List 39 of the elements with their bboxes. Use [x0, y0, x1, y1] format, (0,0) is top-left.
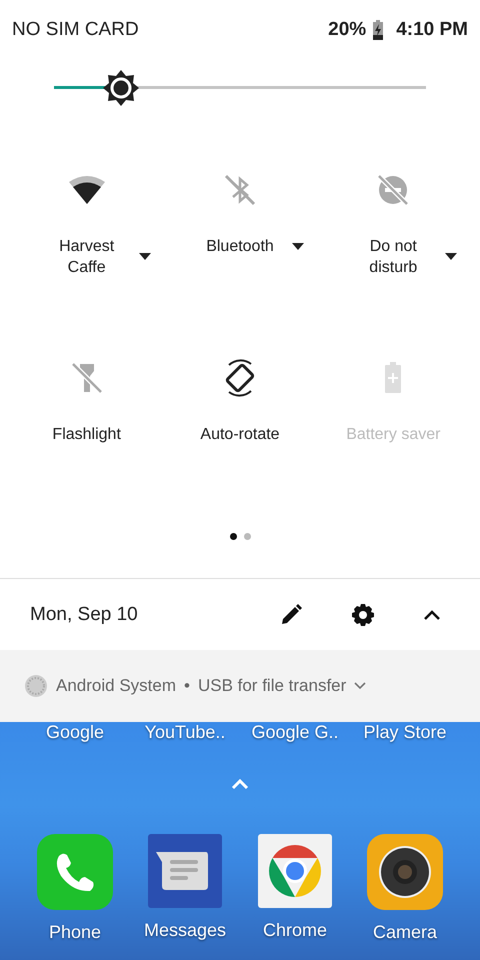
messages-app-icon[interactable] — [148, 834, 222, 908]
app-label[interactable]: Phone — [48, 922, 102, 943]
tile-label[interactable]: Harvest Caffe — [46, 236, 127, 278]
battery-percent: 20% — [328, 19, 366, 41]
app-label[interactable]: Google G.. — [251, 722, 339, 743]
date-label: Mon, Sep 10 — [30, 604, 139, 626]
notification-title: USB for file transfer — [198, 676, 346, 696]
app-label[interactable]: Google — [46, 722, 104, 743]
battery-charging-icon — [372, 20, 384, 40]
app-label[interactable]: Messages — [144, 920, 226, 941]
notification-app: Android System — [56, 676, 176, 696]
phone-app-icon[interactable] — [37, 834, 113, 910]
page-dot[interactable] — [230, 533, 236, 540]
dropdown-icon[interactable] — [292, 242, 304, 250]
expand-icon[interactable] — [354, 682, 366, 690]
app-drawer-icon[interactable] — [231, 778, 249, 790]
wifi-icon[interactable] — [66, 174, 107, 206]
dropdown-icon[interactable] — [445, 253, 458, 260]
edit-icon[interactable] — [280, 604, 302, 626]
camera-app-icon[interactable] — [367, 834, 443, 910]
dropdown-icon[interactable] — [138, 253, 151, 260]
app-label[interactable]: Camera — [372, 922, 438, 943]
collapse-icon[interactable] — [424, 610, 440, 620]
separator-dot: • — [184, 676, 190, 696]
tile-label[interactable]: Auto-rotate — [200, 424, 280, 445]
settings-icon[interactable] — [352, 604, 374, 626]
tile-label[interactable]: Do not disturb — [353, 236, 434, 278]
clock: 4:10 PM — [396, 19, 468, 41]
app-label[interactable]: Chrome — [262, 920, 328, 941]
tile-label[interactable]: Bluetooth — [206, 236, 274, 257]
tile-label[interactable]: Flashlight — [52, 424, 121, 445]
notification[interactable]: Android System • USB for file transfer — [0, 650, 480, 722]
carrier-label: NO SIM CARD — [12, 19, 139, 41]
brightness-thumb[interactable] — [102, 68, 140, 106]
app-label[interactable]: YouTube.. — [144, 722, 226, 743]
chrome-app-icon[interactable] — [258, 834, 332, 908]
app-label[interactable]: Play Store — [363, 722, 447, 743]
page-dot[interactable] — [244, 533, 250, 540]
android-system-icon — [24, 674, 48, 698]
